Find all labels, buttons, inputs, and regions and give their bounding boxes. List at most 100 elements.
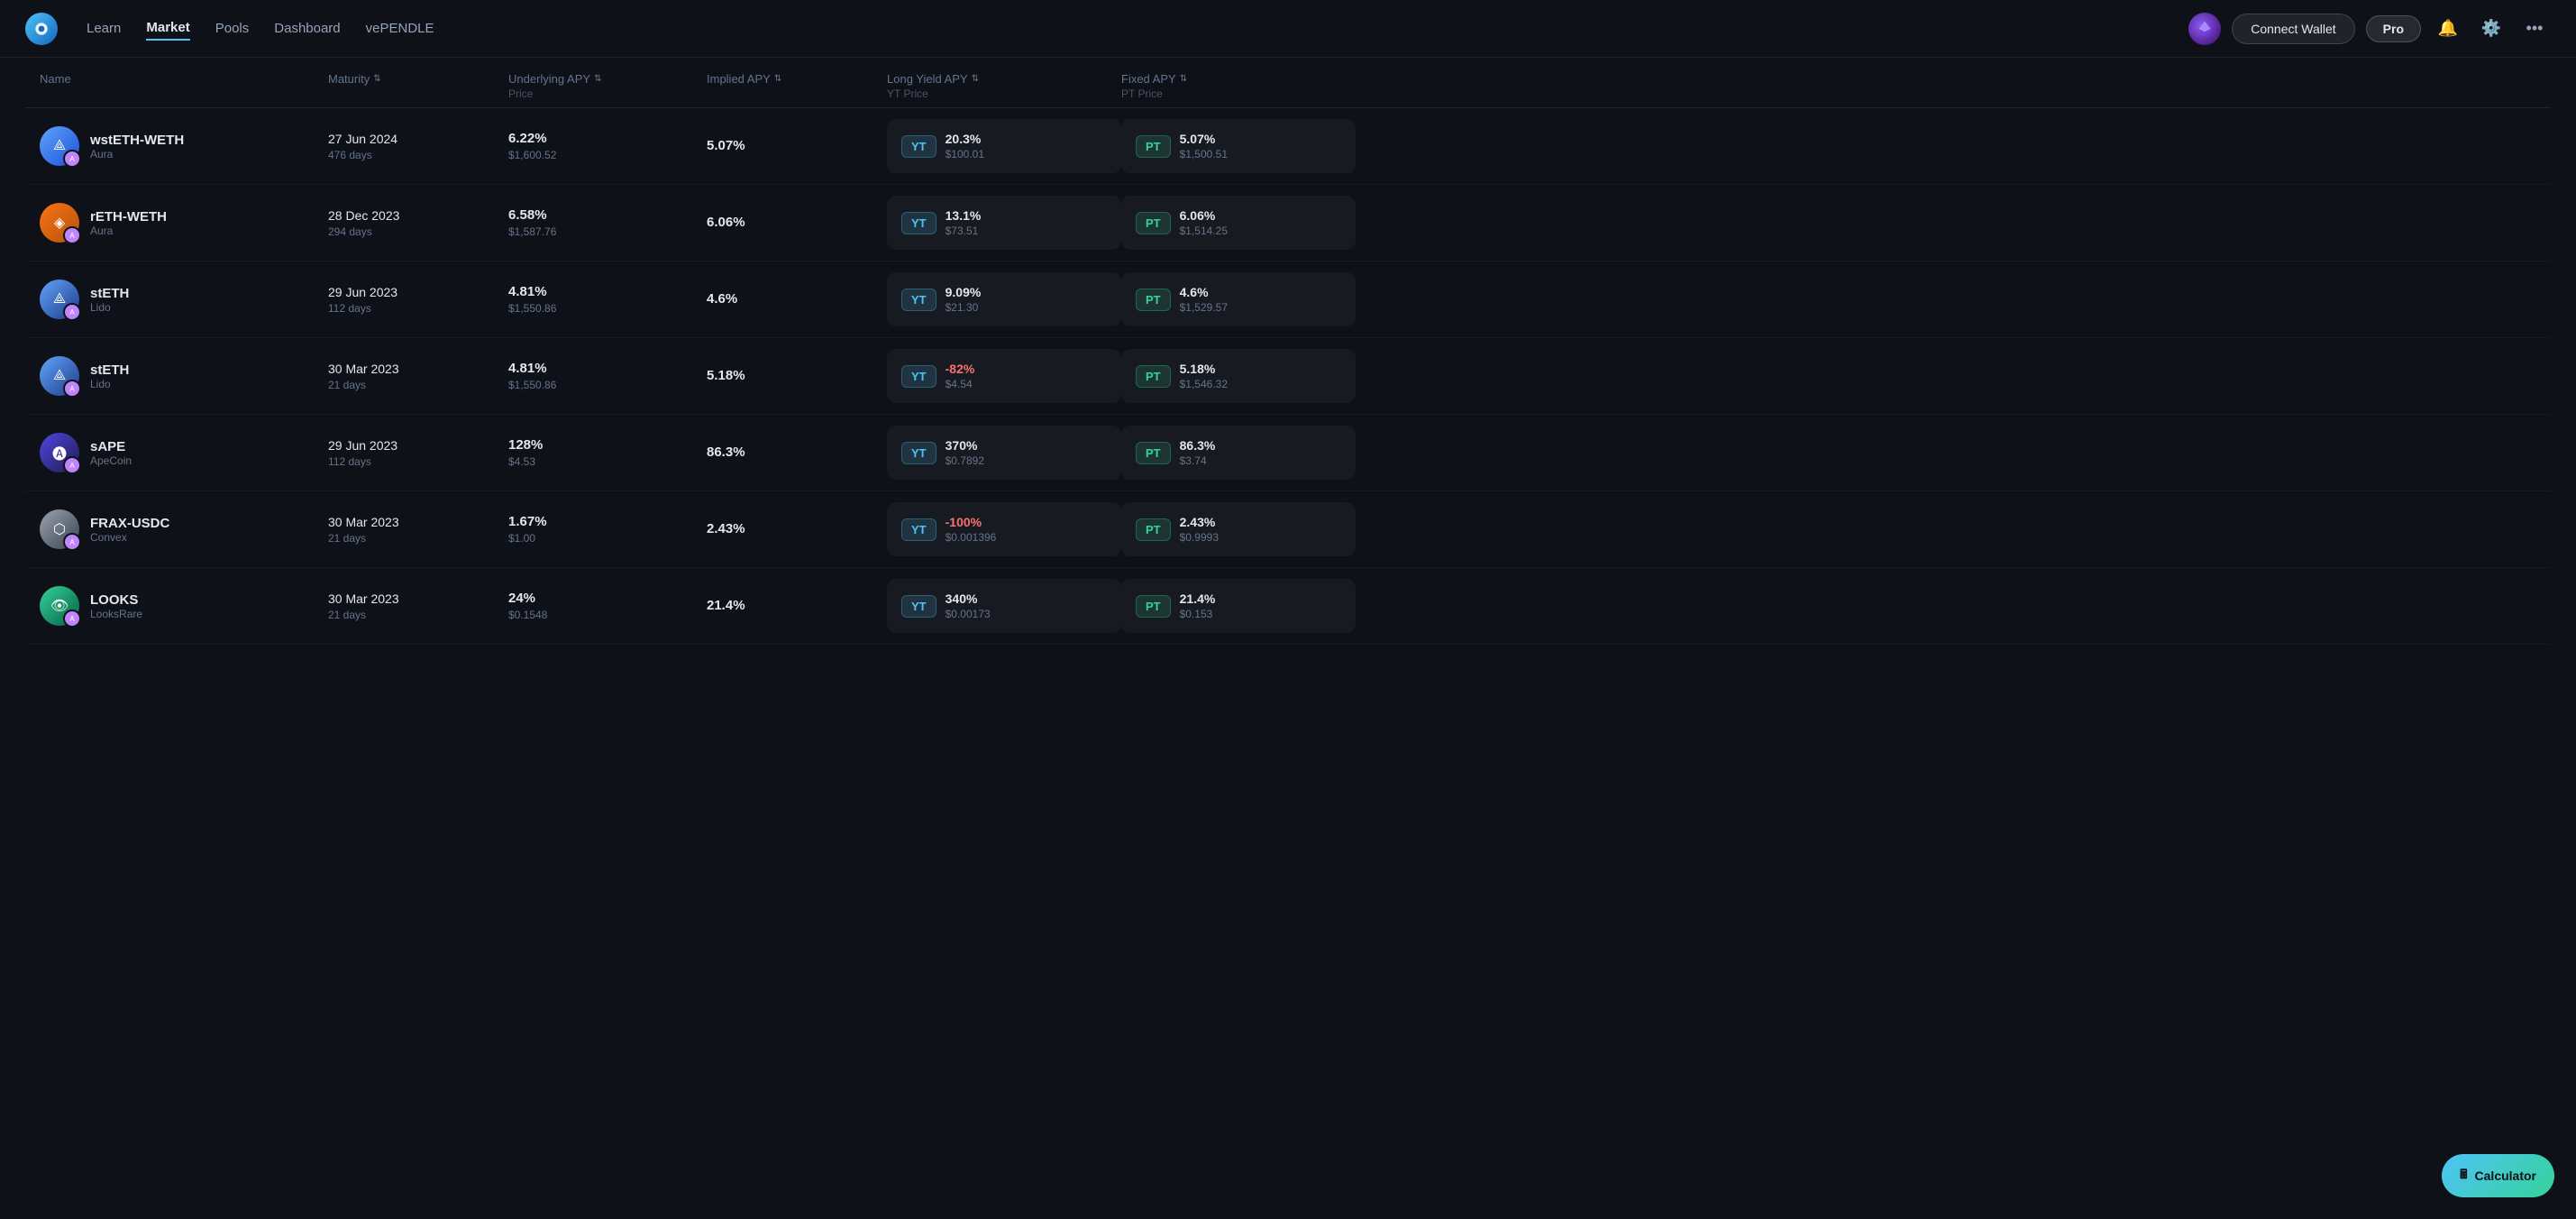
underlying-apy-cell: 6.58% $1,587.76 (508, 207, 707, 238)
th-fixed-apy[interactable]: Fixed APY ⇅ PT Price (1121, 72, 1356, 100)
asset-provider: Aura (90, 225, 167, 237)
table-row[interactable]: 👁 A LOOKS LooksRare 30 Mar 2023 21 days … (25, 568, 2551, 645)
asset-cell: 👁 A LOOKS LooksRare (40, 586, 328, 626)
maturity-date: 30 Mar 2023 (328, 591, 508, 606)
asset-icon: 🅐 A (40, 433, 79, 472)
th-implied-apy[interactable]: Implied APY ⇅ (707, 72, 887, 100)
pt-price: $0.153 (1180, 608, 1216, 620)
yt-apy: 370% (945, 438, 984, 453)
implied-apy-cell: 86.3% (707, 445, 887, 461)
pt-badge: PT (1136, 135, 1171, 158)
maturity-cell: 29 Jun 2023 112 days (328, 438, 508, 468)
table-row[interactable]: 🅐 A sAPE ApeCoin 29 Jun 2023 112 days 12… (25, 415, 2551, 491)
table-header: Name Maturity ⇅ Underlying APY ⇅ Price I… (25, 58, 2551, 108)
more-button[interactable]: ••• (2518, 13, 2551, 45)
sub-icon: A (63, 226, 81, 244)
yt-cell[interactable]: YT -82% $4.54 (887, 349, 1121, 403)
asset-name: rETH-WETH (90, 209, 167, 225)
yt-badge: YT (901, 518, 936, 541)
th-long-yield[interactable]: Long Yield APY ⇅ YT Price (887, 72, 1121, 100)
th-underlying-apy[interactable]: Underlying APY ⇅ Price (508, 72, 707, 100)
yt-cell[interactable]: YT 13.1% $73.51 (887, 196, 1121, 250)
yt-cell[interactable]: YT 9.09% $21.30 (887, 272, 1121, 326)
implied-apy-value: 86.3% (707, 445, 745, 460)
market-table-container: Name Maturity ⇅ Underlying APY ⇅ Price I… (0, 58, 2576, 681)
pt-badge: PT (1136, 442, 1171, 464)
logo[interactable] (25, 13, 58, 45)
th-name: Name (40, 72, 328, 100)
nav-market[interactable]: Market (146, 16, 189, 41)
pt-cell[interactable]: PT 6.06% $1,514.25 (1121, 196, 1356, 250)
underlying-apy-cell: 128% $4.53 (508, 437, 707, 468)
implied-apy-value: 2.43% (707, 521, 745, 536)
implied-apy-cell: 5.07% (707, 138, 887, 154)
yt-cell[interactable]: YT 20.3% $100.01 (887, 119, 1121, 173)
implied-apy-cell: 2.43% (707, 521, 887, 537)
yt-price: $100.01 (945, 148, 984, 160)
maturity-cell: 30 Mar 2023 21 days (328, 362, 508, 391)
maturity-days: 21 days (328, 379, 508, 391)
maturity-date: 30 Mar 2023 (328, 362, 508, 376)
pt-cell[interactable]: PT 5.18% $1,546.32 (1121, 349, 1356, 403)
asset-cell: ◈ A rETH-WETH Aura (40, 203, 328, 243)
yt-price: $0.00173 (945, 608, 991, 620)
pt-cell[interactable]: PT 2.43% $0.9993 (1121, 502, 1356, 556)
nav-pools[interactable]: Pools (215, 17, 250, 40)
table-row[interactable]: ⟁ A stETH Lido 30 Mar 2023 21 days 4.81%… (25, 338, 2551, 415)
maturity-cell: 30 Mar 2023 21 days (328, 515, 508, 545)
pt-badge: PT (1136, 595, 1171, 618)
pt-cell[interactable]: PT 86.3% $3.74 (1121, 426, 1356, 480)
nav-dashboard[interactable]: Dashboard (274, 17, 340, 40)
yt-cell[interactable]: YT 370% $0.7892 (887, 426, 1121, 480)
yt-cell[interactable]: YT 340% $0.00173 (887, 579, 1121, 633)
implied-apy-cell: 21.4% (707, 598, 887, 614)
yt-badge: YT (901, 365, 936, 388)
connect-wallet-button[interactable]: Connect Wallet (2232, 14, 2354, 44)
asset-provider: Lido (90, 378, 129, 390)
implied-apy-cell: 5.18% (707, 368, 887, 384)
sub-icon: A (63, 303, 81, 321)
pt-price: $1,514.25 (1180, 225, 1228, 237)
pt-cell[interactable]: PT 21.4% $0.153 (1121, 579, 1356, 633)
pt-cell[interactable]: PT 5.07% $1,500.51 (1121, 119, 1356, 173)
asset-name: stETH (90, 286, 129, 301)
underlying-apy-price: $1,550.86 (508, 379, 707, 391)
eth-avatar (2188, 13, 2221, 45)
table-row[interactable]: ⟁ A wstETH-WETH Aura 27 Jun 2024 476 day… (25, 108, 2551, 185)
underlying-apy-cell: 4.81% $1,550.86 (508, 361, 707, 391)
nav-learn[interactable]: Learn (87, 17, 121, 40)
pt-apy: 6.06% (1180, 208, 1228, 223)
yt-cell[interactable]: YT -100% $0.001396 (887, 502, 1121, 556)
nav-vependle[interactable]: vePENDLE (366, 17, 434, 40)
maturity-days: 21 days (328, 609, 508, 621)
underlying-apy-cell: 24% $0.1548 (508, 591, 707, 621)
sub-icon: A (63, 533, 81, 551)
asset-provider: Aura (90, 148, 184, 160)
settings-button[interactable]: ⚙️ (2475, 13, 2507, 45)
table-row[interactable]: ◈ A rETH-WETH Aura 28 Dec 2023 294 days … (25, 185, 2551, 261)
underlying-apy-price: $1,550.86 (508, 302, 707, 315)
pt-apy: 86.3% (1180, 438, 1216, 453)
asset-cell: ⟁ A wstETH-WETH Aura (40, 126, 328, 166)
underlying-apy-price: $1.00 (508, 532, 707, 545)
asset-icon: ⟁ A (40, 280, 79, 319)
pt-price: $3.74 (1180, 454, 1216, 467)
maturity-days: 112 days (328, 302, 508, 315)
asset-icon: 👁 A (40, 586, 79, 626)
pt-cell[interactable]: PT 4.6% $1,529.57 (1121, 272, 1356, 326)
table-row[interactable]: ⬡ A FRAX-USDC Convex 30 Mar 2023 21 days… (25, 491, 2551, 568)
long-yield-sort-icon: ⇅ (972, 74, 979, 84)
sub-icon: A (63, 380, 81, 398)
th-maturity[interactable]: Maturity ⇅ (328, 72, 508, 100)
asset-name: sAPE (90, 439, 132, 454)
table-row[interactable]: ⟁ A stETH Lido 29 Jun 2023 112 days 4.81… (25, 261, 2551, 338)
asset-icon: ⬡ A (40, 509, 79, 549)
pt-badge: PT (1136, 365, 1171, 388)
asset-provider: Convex (90, 531, 169, 544)
yt-price: $0.001396 (945, 531, 997, 544)
calculator-button[interactable]: 🖩 Calculator (2442, 1154, 2554, 1197)
maturity-cell: 29 Jun 2023 112 days (328, 285, 508, 315)
asset-name: stETH (90, 362, 129, 378)
notifications-button[interactable]: 🔔 (2432, 13, 2464, 45)
underlying-apy-price: $1,600.52 (508, 149, 707, 161)
